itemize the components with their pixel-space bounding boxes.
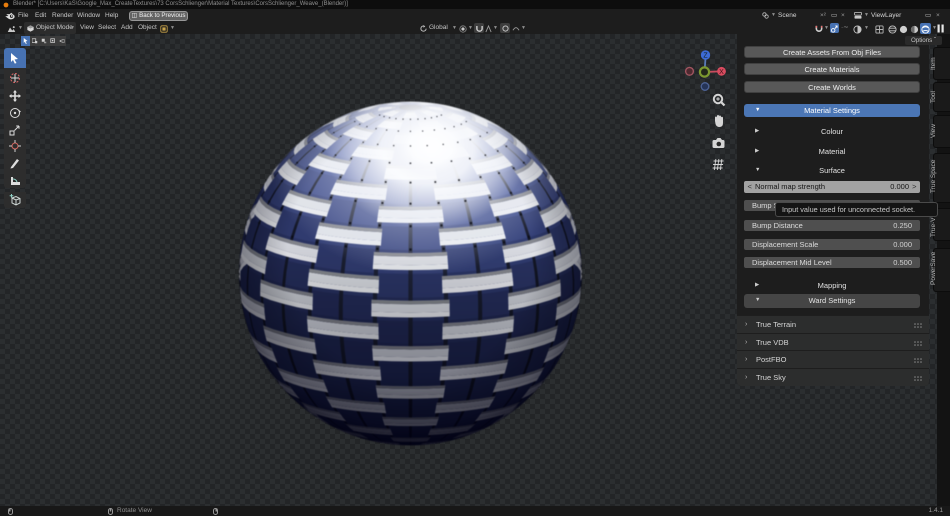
svg-text:X: X bbox=[719, 69, 724, 76]
svg-text:Z: Z bbox=[703, 53, 708, 60]
